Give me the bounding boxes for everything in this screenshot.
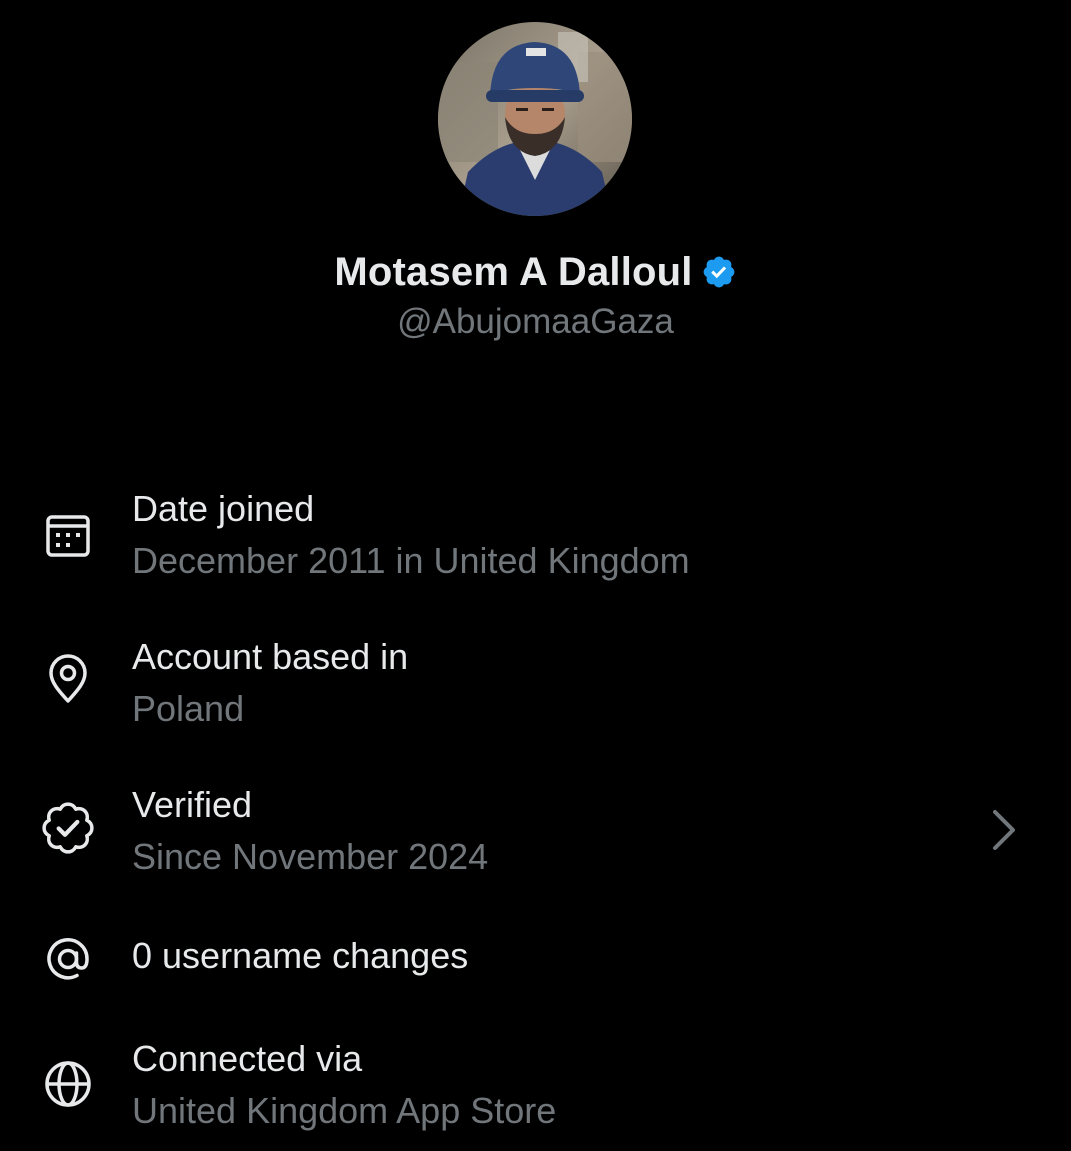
avatar[interactable] [438,22,632,216]
date-joined-row: Date joined December 2011 in United King… [0,488,1071,588]
username-changes-row: 0 username changes [0,935,1071,985]
date-joined-label: Date joined [132,488,315,529]
account-based-value: Poland [132,688,245,729]
profile-name-row: Motasem A Dalloul [0,246,1071,298]
calendar-icon [46,515,90,557]
avatar-photo [438,22,632,216]
verified-label: Verified [132,784,253,825]
globe-icon [45,1061,91,1107]
connected-via-label: Connected via [132,1038,363,1079]
chevron-right-icon[interactable] [985,806,1025,854]
account-based-row: Account based in Poland [0,636,1071,736]
location-pin-icon [49,654,87,703]
username-changes-label: 0 username changes [132,935,469,976]
verified-value: Since November 2024 [132,836,489,877]
verified-badge-icon [42,802,94,854]
profile-handle: @AbujomaaGaza [397,302,674,341]
at-sign-icon [47,938,89,980]
connected-via-value: United Kingdom App Store [132,1090,557,1131]
connected-via-row: Connected via United Kingdom App Store [0,1038,1071,1138]
display-name: Motasem A Dalloul [334,249,693,294]
date-joined-value: December 2011 in United Kingdom [132,540,690,581]
verified-badge-icon[interactable] [701,254,737,290]
account-based-label: Account based in [132,636,409,677]
verified-row[interactable]: Verified Since November 2024 [0,784,1071,884]
